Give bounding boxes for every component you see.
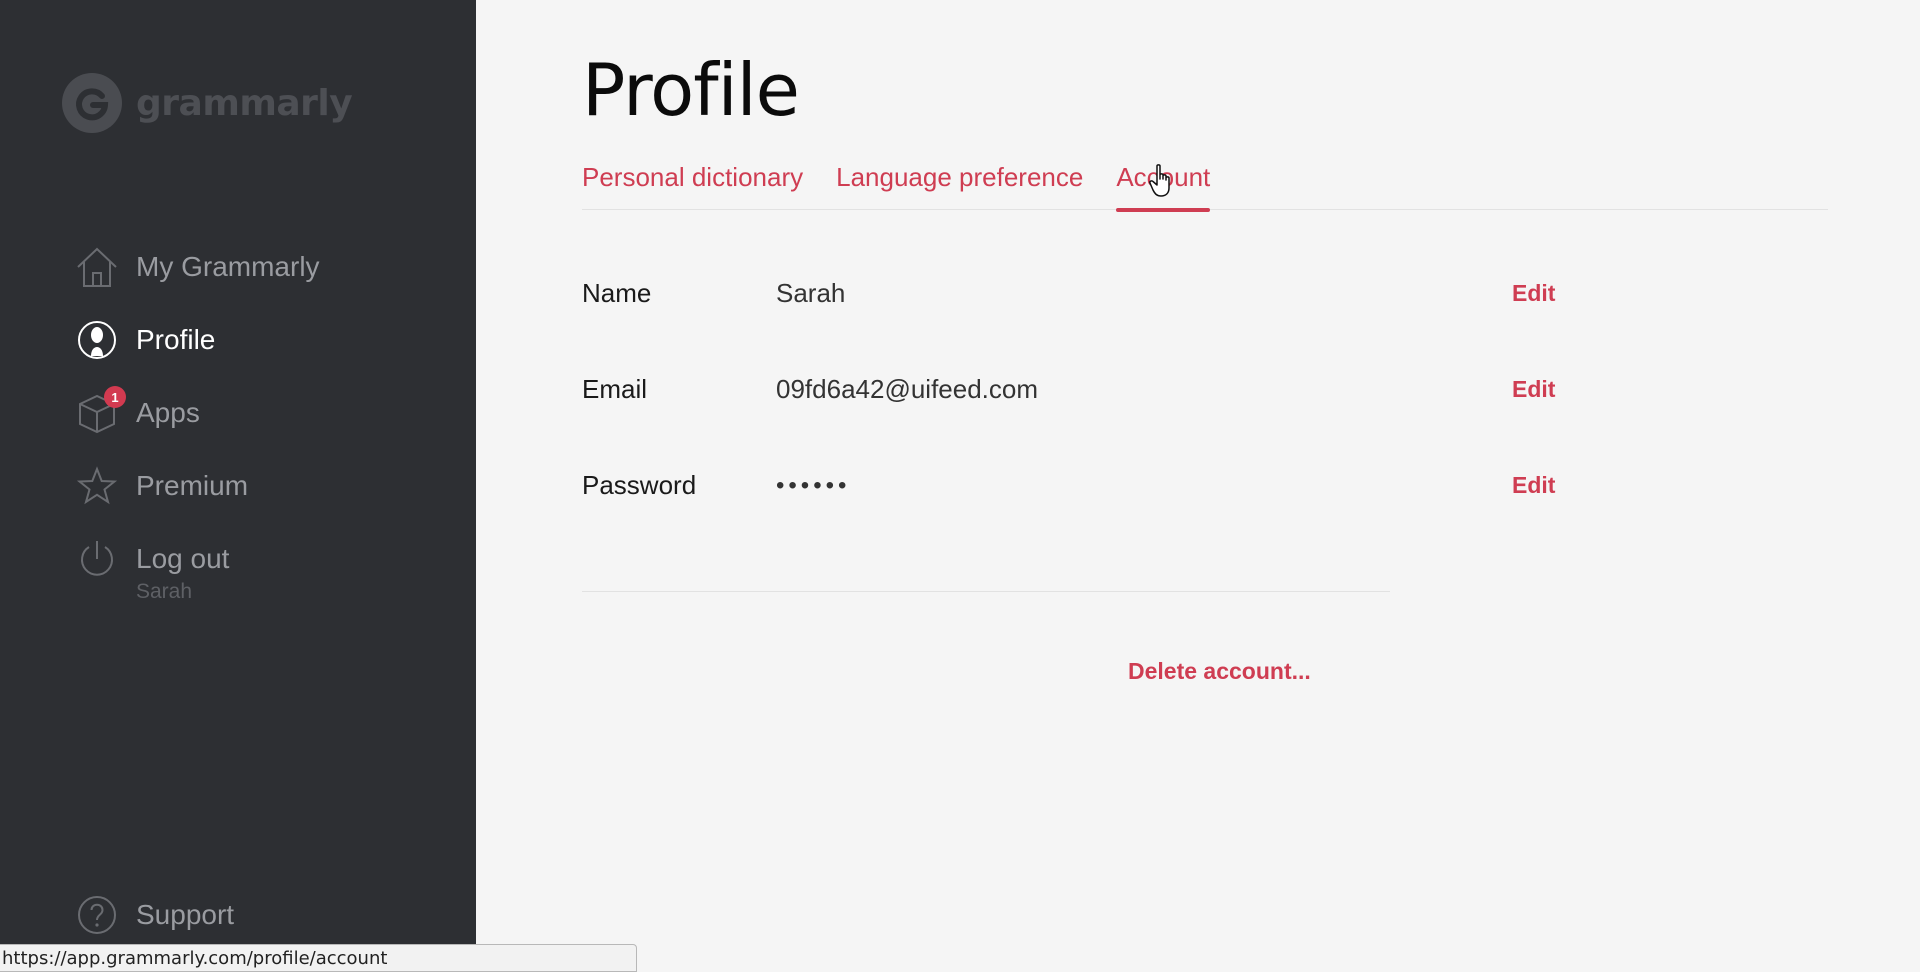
tab-language-preference[interactable]: Language preference — [836, 162, 1083, 210]
logged-in-username: Sarah — [136, 580, 193, 603]
name-label: Name — [582, 278, 652, 308]
sidebar-item-label: Log out — [136, 543, 230, 574]
sidebar-item-label: Apps — [136, 397, 200, 428]
status-bar-url: https://app.grammarly.com/profile/accoun… — [0, 944, 637, 972]
password-row: Password •••••• Edit — [582, 470, 1582, 510]
help-icon — [74, 892, 120, 938]
sidebar-item-label: My Grammarly — [136, 251, 320, 282]
edit-name-button[interactable]: Edit — [1512, 280, 1555, 307]
tab-personal-dictionary[interactable]: Personal dictionary — [582, 162, 803, 210]
main-content: Profile Personal dictionary Language pre… — [476, 0, 1920, 972]
sidebar-item-label: Support — [136, 899, 235, 930]
grammarly-logo-icon — [62, 73, 122, 133]
power-icon — [74, 536, 120, 582]
user-icon — [74, 317, 120, 363]
sidebar-item-label: Profile — [136, 324, 216, 355]
sidebar-item-profile[interactable]: Profile — [74, 317, 215, 363]
sidebar-item-support[interactable]: Support — [74, 892, 234, 938]
delete-account-button[interactable]: Delete account... — [1128, 658, 1311, 685]
profile-tabs: Personal dictionary Language preference … — [582, 162, 1828, 212]
email-label: Email — [582, 374, 648, 404]
sidebar-item-apps[interactable]: 1 Apps — [74, 386, 200, 436]
edit-email-button[interactable]: Edit — [1512, 376, 1555, 403]
grammarly-logo[interactable]: grammarly — [62, 73, 353, 133]
sidebar-item-premium[interactable]: Premium — [74, 463, 248, 509]
edit-password-button[interactable]: Edit — [1512, 472, 1555, 499]
logo-text: grammarly — [136, 82, 353, 124]
page-title: Profile — [582, 48, 800, 132]
hand-cursor-icon — [1148, 164, 1176, 198]
section-divider — [582, 591, 1390, 592]
box-icon: 1 — [74, 386, 126, 436]
sidebar-item-logout[interactable]: Log out — [74, 536, 229, 582]
home-icon — [74, 244, 120, 290]
star-icon — [74, 463, 120, 509]
password-label: Password — [582, 470, 697, 500]
sidebar-item-label: Premium — [136, 470, 249, 501]
sidebar: grammarly My Grammarly Profile 1 Apps Pr… — [0, 0, 476, 972]
name-row: Name Sarah Edit — [582, 278, 1582, 318]
password-value: •••••• — [776, 472, 851, 499]
sidebar-item-my-grammarly[interactable]: My Grammarly — [74, 244, 320, 290]
apps-notification-badge: 1 — [104, 386, 126, 408]
name-value: Sarah — [776, 278, 846, 308]
email-row: Email 09fd6a42@uifeed.com Edit — [582, 374, 1582, 414]
email-value: 09fd6a42@uifeed.com — [776, 374, 1039, 404]
